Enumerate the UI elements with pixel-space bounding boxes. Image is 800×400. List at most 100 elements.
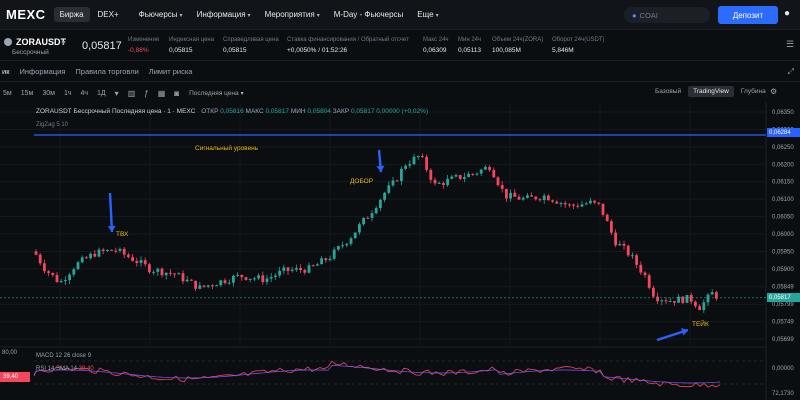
candle-body [631, 255, 634, 257]
price-tick-label: 0,05799 [772, 302, 794, 308]
candle-body [694, 301, 697, 307]
timeframe-4h[interactable]: 4ч [80, 90, 88, 97]
price-tick-label: 0,06250 [772, 145, 794, 151]
arrow-dobor-head [376, 165, 385, 172]
candle-body [593, 200, 596, 203]
tab-information[interactable]: Информация [19, 67, 65, 76]
timeframe-5m[interactable]: 5м [3, 90, 12, 97]
chevron-down-icon: ▾ [316, 13, 320, 19]
candle-body [467, 173, 470, 177]
candle-body [542, 195, 546, 200]
sliders-icon[interactable]: ☰ [786, 39, 794, 50]
chart-legend: ZORAUSDT Бессрочный Последняя цена · 1 ·… [36, 108, 429, 115]
candle-body [85, 257, 88, 259]
nav-futures[interactable]: Фьючерсы ▾ [139, 10, 183, 19]
tab-risk-limit[interactable]: Лимит риска [149, 67, 193, 76]
macd-legend[interactable]: MACD 12 26 close 9 [36, 353, 91, 359]
candle-body [526, 195, 529, 198]
candle-body [412, 156, 416, 165]
tab-chart[interactable]: ик [2, 67, 9, 76]
price-type-select[interactable]: Последняя цена ▾ [189, 90, 244, 97]
candle-body [219, 280, 223, 286]
candle-body [38, 254, 42, 264]
camera-icon[interactable]: ◙ [174, 89, 179, 98]
candles-icon[interactable]: ▥ [128, 89, 136, 98]
candle-body [93, 253, 97, 257]
candle-body [391, 180, 395, 186]
candle-body [152, 271, 155, 273]
rsi-legend[interactable]: RSI 14 SMA 14 39,40 [36, 366, 94, 372]
candle-body [341, 245, 344, 247]
nav-mday[interactable]: M-Day - Фьючерсы [334, 10, 404, 19]
price-tick-label: 0,06350 [772, 110, 794, 116]
candle-body [437, 182, 441, 184]
candle-body [80, 257, 84, 263]
nav-info[interactable]: Информация ▾ [197, 10, 251, 19]
candle-body [379, 199, 382, 209]
candle-body [429, 169, 433, 180]
candle-body [332, 249, 336, 259]
candle-body [580, 204, 584, 207]
pair-selector[interactable]: ZORAUSDT [4, 37, 66, 47]
price-tick-label: 0,05849 [772, 285, 794, 291]
tab-dex[interactable]: DEX+ [92, 7, 125, 22]
indicators-icon[interactable]: ƒ [144, 89, 148, 98]
layout-icon[interactable]: ▦ [158, 89, 166, 98]
candles [34, 153, 718, 313]
candle-body [76, 262, 80, 270]
rsi-sma-line [33, 365, 721, 384]
candle-body [521, 197, 525, 200]
candle-body [337, 246, 340, 250]
deposit-button[interactable]: Депозит [718, 6, 778, 24]
candle-body [664, 300, 668, 302]
timeframe-1d[interactable]: 1Д [97, 90, 106, 97]
candle-body [324, 258, 328, 261]
price-chart[interactable]: 0,063500,063000,062500,062000,061500,061… [0, 102, 800, 400]
zigzag-legend[interactable]: ZigZag 5 10 [36, 122, 68, 128]
tab-exchange[interactable]: Биржа [53, 7, 90, 22]
view-depth[interactable]: Глубина [736, 86, 771, 97]
nav-events[interactable]: Мероприятия ▾ [265, 10, 320, 19]
candle-body [358, 224, 361, 233]
candle-body [509, 192, 512, 199]
candle-body [610, 221, 613, 233]
candle-body [68, 274, 71, 281]
candle-body [215, 285, 218, 287]
user-icon[interactable]: ● [784, 8, 790, 19]
tab-trading-rules[interactable]: Правила торговли [75, 67, 138, 76]
candle-body [442, 182, 445, 186]
candle-body [366, 217, 370, 219]
gear-icon[interactable]: ⚙ [770, 87, 777, 96]
chevron-down-icon[interactable]: ▼ [60, 40, 67, 47]
last-price: 0,05817 [82, 40, 122, 52]
view-basic[interactable]: Базовый [650, 86, 686, 97]
candle-body [463, 176, 466, 179]
candle-body [475, 173, 479, 175]
candle-body [282, 267, 286, 271]
mexc-logo[interactable]: MEXC [6, 7, 46, 22]
candle-body [563, 203, 567, 205]
candle-body [555, 201, 559, 204]
chevron-down-icon[interactable]: ▾ [115, 89, 119, 98]
maximize-icon[interactable]: ⤢ [788, 67, 794, 77]
price-tick-label: 0,06000 [772, 232, 794, 238]
candle-body [425, 156, 428, 170]
candle-body [568, 204, 571, 206]
timeframe-1h[interactable]: 1ч [64, 90, 72, 97]
search-input[interactable]: ● COAI [624, 7, 710, 23]
candle-body [488, 166, 491, 171]
timeframe-30m[interactable]: 30м [42, 90, 55, 97]
nav-more[interactable]: Еще ▾ [417, 10, 438, 19]
candle-body [484, 166, 487, 170]
candle-body [395, 180, 399, 182]
candle-body [118, 248, 122, 251]
annotation-tvh: ТВХ [116, 231, 129, 238]
candle-body [538, 199, 542, 201]
candle-body [530, 195, 533, 197]
timeframe-15m[interactable]: 15м [21, 90, 34, 97]
candle-body [274, 275, 277, 277]
chart-grid [0, 104, 766, 345]
stat-turnover-24h: Оборот 24ч(USDT) 5,846M [552, 37, 605, 54]
candle-body [576, 205, 580, 207]
view-tradingview[interactable]: TradingView [688, 86, 734, 97]
